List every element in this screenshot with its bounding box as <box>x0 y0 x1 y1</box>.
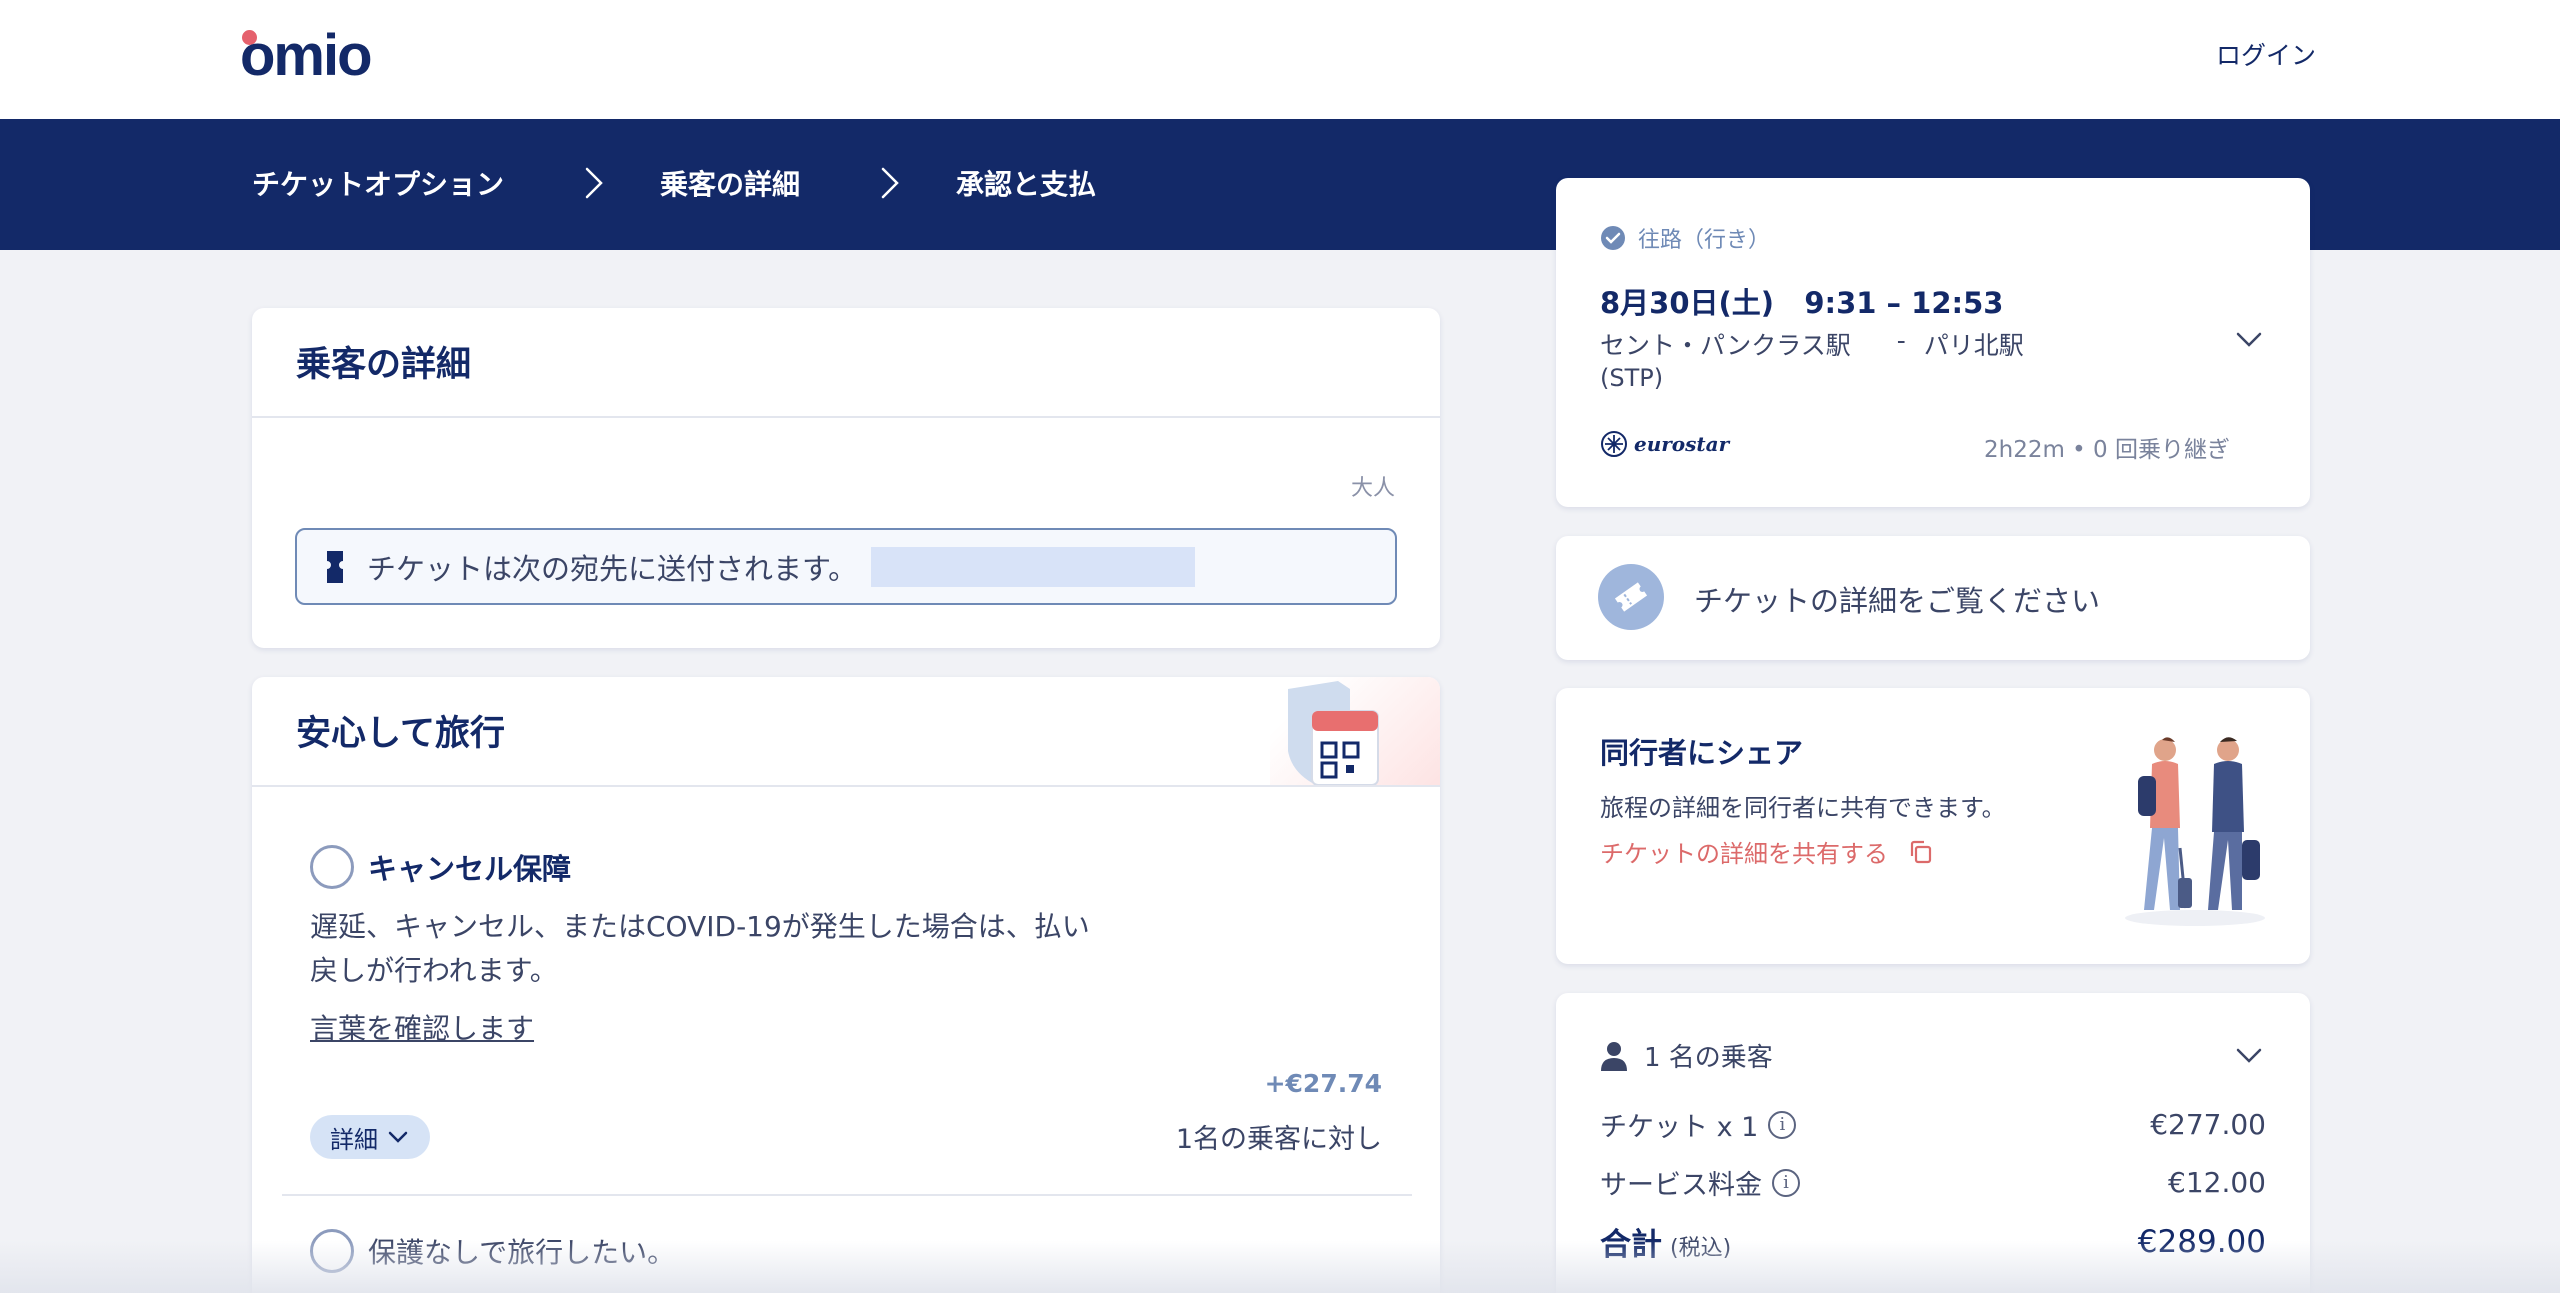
trip-summary-card[interactable]: 往路（行き） 8月30日(土) 9:31 – 12:53 セント・パンクラス駅 … <box>1556 178 2310 507</box>
share-title: 同行者にシェア <box>1600 736 1804 770</box>
checkout-steps: チケットオプション 乗客の詳細 承認と支払 <box>252 163 1096 203</box>
passenger-details-card: 乗客の詳細 大人 チケットは次の宛先に送付されます。 <box>252 308 1440 648</box>
destination-station: パリ北駅 <box>1923 331 2024 360</box>
option-cancel-row[interactable]: キャンセル保障 <box>310 845 571 889</box>
terms-link[interactable]: 言葉を確認します <box>310 1007 534 1047</box>
ticket-destination-text: チケットは次の宛先に送付されます。 <box>367 551 858 586</box>
redacted-email <box>871 546 1196 587</box>
carrier-row: eurostar <box>1600 430 1729 458</box>
info-icon[interactable]: i <box>1772 1168 1800 1197</box>
check-circle-icon <box>1600 225 1626 251</box>
passenger-details-title: 乗客の詳細 <box>296 345 472 385</box>
direction-row: 往路（行き） <box>1600 222 1770 254</box>
cancel-protection-radio[interactable] <box>310 845 354 889</box>
option-none-row[interactable]: 保護なしで旅行したい。 <box>310 1229 675 1273</box>
route-separator: - <box>1896 326 1906 355</box>
service-fee-label: サービス料金 <box>1600 1170 1762 1201</box>
divider <box>252 785 1440 787</box>
chevron-down-icon <box>388 1131 408 1143</box>
total-label: 合計 <box>1600 1227 1662 1263</box>
passengers-label: 1 名の乗客 <box>1644 1043 1773 1073</box>
ticket-badge-icon <box>1598 564 1664 630</box>
cancel-protection-description: 遅延、キャンセル、またはCOVID-19が発生した場合は、払い 戻しが行われます… <box>310 905 1090 993</box>
direction-label: 往路（行き） <box>1638 228 1771 253</box>
passenger-type-label: 大人 <box>1350 476 1395 501</box>
login-button[interactable]: ログイン <box>2216 36 2316 72</box>
origin-station: セント・パンクラス駅 <box>1600 331 1851 360</box>
travel-protection-title: 安心して旅行 <box>296 714 505 754</box>
no-protection-title: 保護なしで旅行したい。 <box>368 1236 676 1269</box>
step-passenger-details[interactable]: 乗客の詳細 <box>660 163 800 203</box>
origin-code: (STP) <box>1600 364 1664 392</box>
ticket-icon <box>325 549 345 585</box>
total-price-value: €289.00 <box>2137 1223 2266 1260</box>
passengers-label-group: 1 名の乗客 <box>1600 1037 1773 1074</box>
per-passenger-label: 1名の乗客に対し <box>1175 1124 1382 1155</box>
total-tax-note: (税込) <box>1670 1236 1732 1261</box>
option-divider <box>282 1194 1412 1196</box>
share-description: 旅程の詳細を同行者に共有できます。 <box>1600 794 2006 822</box>
carrier-name: eurostar <box>1634 432 1730 456</box>
service-fee-row: サービス料金 i €12.00 <box>1600 1163 2266 1202</box>
step-ticket-options[interactable]: チケットオプション <box>252 163 504 203</box>
ticket-details-card[interactable]: チケットの詳細をご覧ください <box>1556 536 2310 660</box>
chevron-down-icon[interactable] <box>2236 1048 2262 1064</box>
service-fee-value: €12.00 <box>2168 1166 2266 1199</box>
travelers-illustration <box>2120 728 2270 932</box>
ticket-price-value: €277.00 <box>2150 1108 2266 1141</box>
total-label-group: 合計 (税込) <box>1600 1219 1731 1264</box>
total-row: 合計 (税込) €289.00 <box>1600 1219 2266 1264</box>
ticket-price-row: チケット x 1 i €277.00 <box>1600 1105 2266 1144</box>
share-link-label[interactable]: チケットの詳細を共有する <box>1600 834 1888 869</box>
share-link[interactable]: チケットの詳細を共有する <box>1600 834 1934 869</box>
ticket-price-label-group: チケット x 1 i <box>1600 1105 1797 1144</box>
cancel-protection-price: +€27.74 <box>1264 1069 1382 1098</box>
step-confirm-payment[interactable]: 承認と支払 <box>956 163 1096 203</box>
ticket-price-label: チケット x 1 <box>1600 1112 1759 1143</box>
service-fee-label-group: サービス料金 i <box>1600 1163 1800 1202</box>
description-line: 戻しが行われます。 <box>310 954 558 987</box>
user-icon <box>1600 1041 1628 1071</box>
passengers-row[interactable]: 1 名の乗客 <box>1600 1037 2262 1074</box>
top-header: omio ログイン <box>0 0 2560 119</box>
trip-route: セント・パンクラス駅 - パリ北駅 <box>1600 326 2024 362</box>
duration-changes: 2h22m • 0 回乗り継ぎ <box>1983 437 2230 463</box>
divider <box>252 416 1440 418</box>
cancel-protection-title: キャンセル保障 <box>368 852 572 886</box>
share-card: 同行者にシェア 旅程の詳細を同行者に共有できます。 チケットの詳細を共有する <box>1556 688 2310 964</box>
chevron-down-icon[interactable] <box>2236 332 2262 352</box>
trip-date-time: 8月30日(土) 9:31 – 12:53 <box>1600 286 2004 320</box>
chevron-right-icon <box>870 166 910 200</box>
description-line: 遅延、キャンセル、またはCOVID-19が発生した場合は、払い <box>310 910 1090 943</box>
info-icon[interactable]: i <box>1768 1110 1797 1139</box>
price-summary-card: 1 名の乗客 チケット x 1 i €277.00 サービス料金 i €12.0… <box>1556 993 2310 1293</box>
copy-icon[interactable] <box>1908 839 1934 865</box>
travel-protection-card: 安心して旅行 キャンセル保障 遅延、キャンセル、またはCOVID-19が発生した… <box>252 677 1440 1293</box>
details-label: 詳細 <box>330 1125 378 1154</box>
eurostar-logo-icon <box>1600 430 1628 458</box>
details-toggle-button[interactable]: 詳細 <box>310 1115 430 1159</box>
ticket-destination-box: チケットは次の宛先に送付されます。 <box>295 528 1397 605</box>
ticket-details-label: チケットの詳細をご覧ください <box>1694 584 2101 618</box>
no-protection-radio[interactable] <box>310 1229 354 1273</box>
shield-ticket-illustration <box>1278 681 1398 789</box>
omio-logo[interactable]: omio <box>240 26 373 86</box>
chevron-right-icon <box>574 166 614 200</box>
